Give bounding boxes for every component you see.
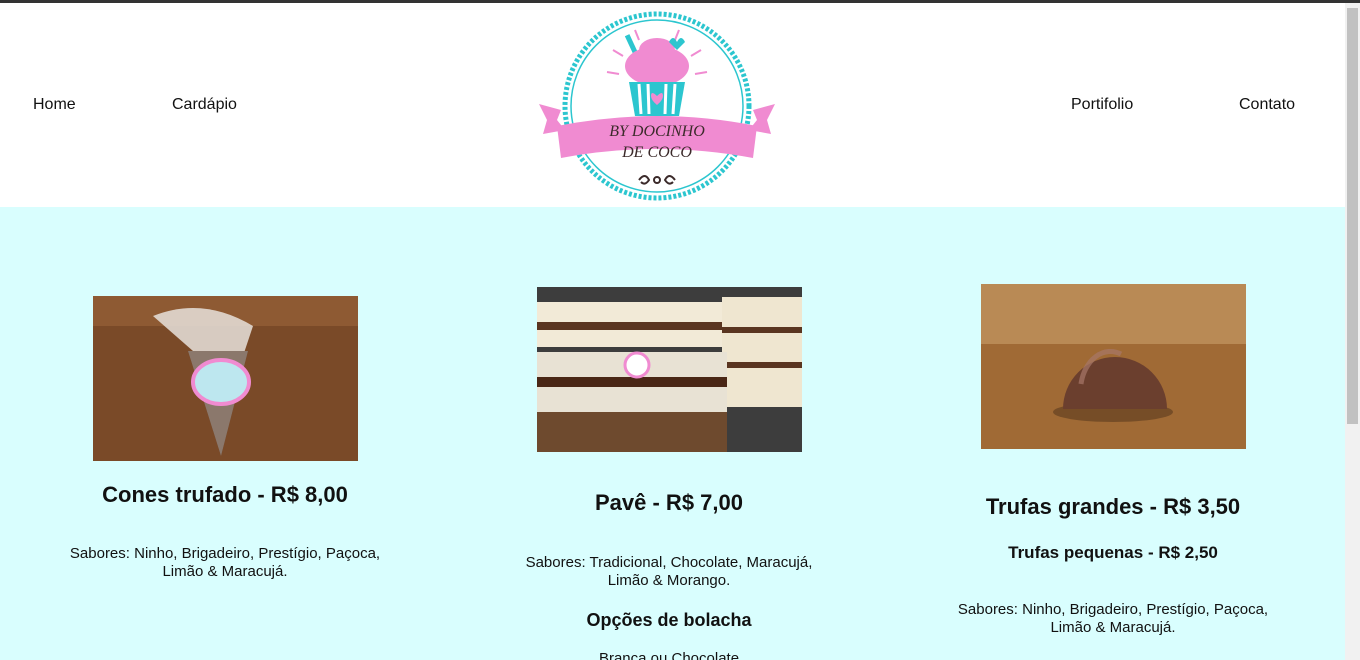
page-scrollbar-thumb[interactable] [1347,8,1358,424]
product-card-cones: Cones trufado - R$ 8,00 Sabores: Ninho, … [40,296,410,656]
product-flavors-line1: Sabores: Ninho, Brigadeiro, Prestígio, P… [957,601,1269,618]
logo-text-line2: DE COCO [621,144,692,161]
product-flavors-line2: Limão & Maracujá. [162,563,288,580]
nav-portifolio[interactable]: Portifolio [1071,96,1133,114]
brand-logo[interactable]: BY DOCINHO DE COCO [535,10,779,202]
product-flavors-line2: Limão & Maracujá. [1050,619,1176,636]
product-title: Trufas grandes - R$ 3,50 [985,494,1241,519]
nav-home[interactable]: Home [33,96,76,114]
product-flavors-line1: Sabores: Ninho, Brigadeiro, Prestígio, P… [69,545,381,562]
truffle-photo [981,284,1246,449]
nav-contato[interactable]: Contato [1239,96,1295,114]
options-text: Branca ou Chocolate [598,650,740,660]
product-title: Cones trufado - R$ 8,00 [102,482,348,507]
logo-text-line1: BY DOCINHO [609,123,705,140]
product-card-pave: Pavê - R$ 7,00 Sabores: Tradicional, Cho… [484,287,854,660]
product-card-trufas: Trufas grandes - R$ 3,50 Trufas pequenas… [928,284,1298,654]
product-flavors-line2: Limão & Morango. [607,572,731,589]
site-header: Home Cardápio Portifolio Contato BY DOCI… [0,3,1345,207]
product-flavors-line1: Sabores: Tradicional, Chocolate, Maracuj… [525,554,813,571]
cone-photo [93,296,358,461]
options-title: Opções de bolacha [586,610,752,630]
nav-cardapio[interactable]: Cardápio [172,96,237,114]
product-subtitle: Trufas pequenas - R$ 2,50 [1008,543,1218,562]
products-section: Cones trufado - R$ 8,00 Sabores: Ninho, … [0,207,1345,660]
product-title: Pavê - R$ 7,00 [595,490,743,515]
pave-photo [537,287,802,452]
